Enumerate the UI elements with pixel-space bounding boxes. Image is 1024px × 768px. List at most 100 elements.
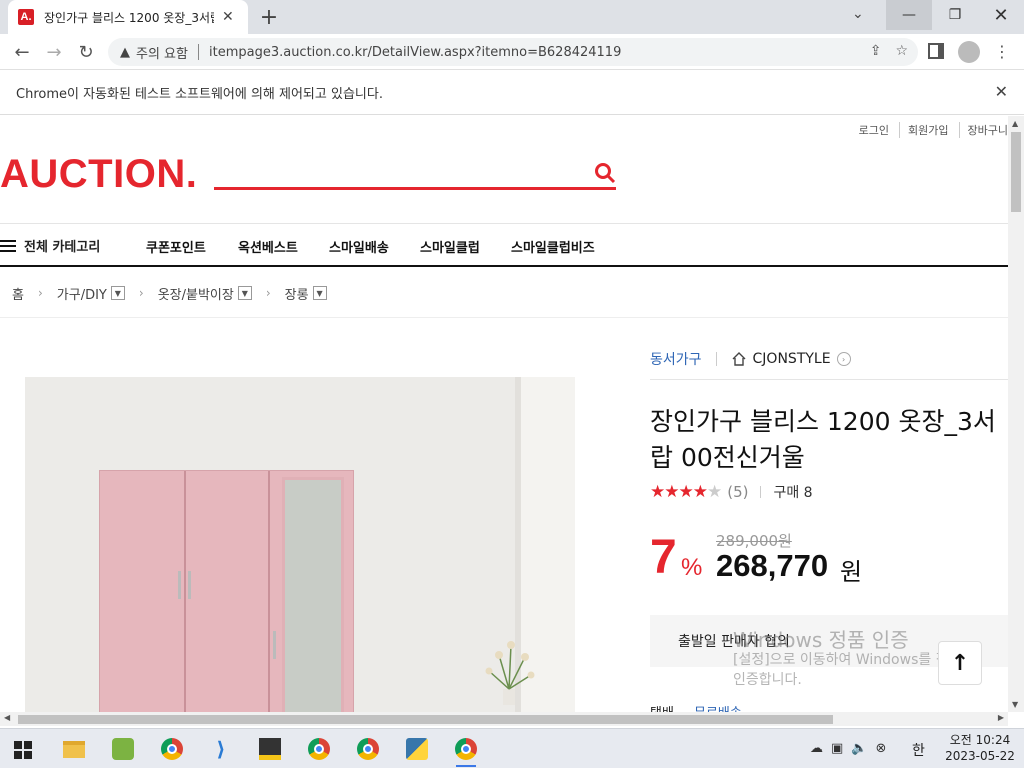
address-bar[interactable]: ▲ 주의 요함 itempage3.auction.co.kr/DetailVi… xyxy=(108,38,918,66)
search-icon[interactable] xyxy=(594,162,616,184)
breadcrumb-home[interactable]: 홈 xyxy=(12,284,24,303)
notification-icon[interactable]: ⊗ xyxy=(875,741,886,756)
browser-tab[interactable]: A. 장인가구 블리스 1200 옷장_3서랍 00전신거울 ✕ xyxy=(8,0,248,34)
page-viewport: 로그인 회원가입 장바구니 AUCTION. 전체 카테고리 쿠폰포인트 옥션베… xyxy=(0,116,1008,712)
windows-activation-watermark: Windows 정품 인증 [설정]으로 이동하여 Windows를 정품 인증… xyxy=(733,630,961,690)
door-handle xyxy=(273,631,276,659)
horizontal-scroll-thumb[interactable] xyxy=(18,715,833,724)
clock-time: 오전 10:24 xyxy=(949,733,1011,747)
nav-coupon-point[interactable]: 쿠폰포인트 xyxy=(146,237,206,256)
purchase-count: 구매 8 xyxy=(773,485,813,501)
system-tray: ☁ ▣ 🔈 ⊗ xyxy=(810,741,886,756)
star-rating-icon: ★★★★★ xyxy=(650,482,722,502)
store-link[interactable]: CJONSTYLE › xyxy=(731,351,851,367)
seller-divider-line xyxy=(650,379,1008,380)
url-text[interactable]: itempage3.auction.co.kr/DetailView.aspx?… xyxy=(209,45,621,60)
sticky-notes-icon[interactable] xyxy=(256,735,284,763)
seller-row: 동서가구 CJONSTYLE › xyxy=(650,349,851,369)
breadcrumb-item[interactable]: 가구/DIY ▼ xyxy=(57,284,125,303)
windows-start-icon[interactable] xyxy=(14,741,32,759)
utility-links: 로그인 회원가입 장바구니 xyxy=(859,122,1008,138)
door-handle xyxy=(188,571,191,599)
vertical-scroll-thumb[interactable] xyxy=(1011,132,1021,212)
store-name: CJONSTYLE xyxy=(752,351,831,367)
vscode-icon[interactable]: ⟩ xyxy=(207,735,235,763)
clock-date: 2023-05-22 xyxy=(945,749,1015,763)
chrome-icon[interactable] xyxy=(354,735,382,763)
sale-price: 268,770 xyxy=(716,548,829,583)
review-count-link[interactable]: (5) xyxy=(727,483,748,501)
reload-icon[interactable]: ↻ xyxy=(74,40,98,64)
watermark-line: [설정]으로 이동하여 Windows를 정품 xyxy=(733,652,962,668)
bookmark-star-icon[interactable]: ☆ xyxy=(895,43,908,59)
minimize-button[interactable]: — xyxy=(886,0,932,30)
cart-link[interactable]: 장바구니 xyxy=(958,122,1008,138)
warning-triangle-icon: ▲ xyxy=(120,44,130,60)
scroll-left-arrow-icon[interactable]: ◀ xyxy=(4,713,10,722)
signup-link[interactable]: 회원가입 xyxy=(899,122,949,138)
product-image[interactable] xyxy=(25,377,575,712)
nav-smile-club[interactable]: 스마일클럽 xyxy=(420,237,480,256)
infobar-close-icon[interactable]: ✕ xyxy=(995,82,1008,101)
discount-percent-sign: % xyxy=(681,554,703,581)
horizontal-scrollbar[interactable]: ◀ ▶ xyxy=(0,712,1008,726)
automation-notice-text: Chrome이 자동화된 테스트 소프트웨어에 의해 제어되고 있습니다. xyxy=(16,86,383,102)
file-explorer-icon[interactable] xyxy=(60,735,88,763)
auction-logo[interactable]: AUCTION. xyxy=(0,152,197,197)
maps-app-icon[interactable] xyxy=(109,735,137,763)
back-arrow-icon[interactable]: ← xyxy=(10,40,34,64)
chrome-icon[interactable] xyxy=(305,735,333,763)
price-unit: 원 xyxy=(840,558,863,586)
security-warning-label[interactable]: 주의 요함 xyxy=(136,43,188,62)
vertical-scrollbar[interactable]: ▲ ▼ xyxy=(1008,116,1024,712)
breadcrumb: 홈 › 가구/DIY ▼ › 옷장/붙박이장 ▼ › 장롱 ▼ xyxy=(0,269,1008,318)
nav-smile-club-biz[interactable]: 스마일클럽비즈 xyxy=(511,237,595,256)
chevron-down-icon[interactable]: ▼ xyxy=(110,286,125,300)
chevron-down-icon[interactable]: ▼ xyxy=(312,286,327,300)
auction-favicon-icon: A. xyxy=(18,9,34,25)
home-icon xyxy=(732,352,746,366)
network-icon[interactable]: ▣ xyxy=(831,741,843,756)
scroll-to-top-button[interactable]: ↑ xyxy=(938,641,982,685)
breadcrumb-label: 가구/DIY xyxy=(56,287,107,303)
login-link[interactable]: 로그인 xyxy=(859,122,889,138)
search-input[interactable] xyxy=(214,187,616,190)
new-tab-button[interactable]: + xyxy=(256,4,282,30)
python-app-icon[interactable] xyxy=(403,735,431,763)
scroll-right-arrow-icon[interactable]: ▶ xyxy=(998,713,1004,722)
profile-avatar-icon[interactable] xyxy=(958,41,980,63)
volume-muted-icon[interactable]: 🔈 xyxy=(851,741,867,756)
restore-button[interactable]: ❐ xyxy=(932,0,978,30)
scroll-up-arrow-icon[interactable]: ▲ xyxy=(1012,119,1018,128)
main-navigation: 전체 카테고리 쿠폰포인트 옥션베스트 스마일배송 스마일클럽 스마일클럽비즈 xyxy=(0,223,1008,267)
wardrobe-illustration xyxy=(99,470,354,712)
chrome-icon[interactable] xyxy=(452,735,480,767)
taskbar-clock[interactable]: 오전 10:24 2023-05-22 xyxy=(940,732,1020,764)
nav-smile-delivery[interactable]: 스마일배송 xyxy=(329,237,389,256)
nav-auction-best[interactable]: 옥션베스트 xyxy=(238,237,298,256)
chevron-right-icon: › xyxy=(836,352,851,366)
rating-row: ★★★★★ (5) 구매 8 xyxy=(650,482,813,502)
seller-name-link[interactable]: 동서가구 xyxy=(650,349,702,369)
ime-indicator[interactable]: 한 xyxy=(912,740,925,760)
breadcrumb-item[interactable]: 장롱 ▼ xyxy=(285,284,327,303)
cloud-sync-icon[interactable]: ☁ xyxy=(810,741,823,756)
breadcrumb-item[interactable]: 옷장/붙박이장 ▼ xyxy=(158,284,252,303)
chevron-down-icon[interactable]: ▼ xyxy=(237,286,252,300)
breadcrumb-label: 장롱 xyxy=(284,287,309,303)
window-close-button[interactable]: ✕ xyxy=(978,0,1024,30)
tab-search-chevron-icon[interactable]: ⌄ xyxy=(852,6,864,22)
discount-rate: 7 xyxy=(650,531,677,584)
share-icon[interactable]: ⇪ xyxy=(870,43,882,59)
side-panel-icon[interactable] xyxy=(928,43,944,59)
all-categories-button[interactable]: 전체 카테고리 xyxy=(0,236,100,255)
tab-close-icon[interactable]: ✕ xyxy=(222,9,234,25)
seller-divider xyxy=(715,352,717,366)
menu-kebab-icon[interactable]: ⋮ xyxy=(994,42,1010,61)
forward-arrow-icon[interactable]: → xyxy=(42,40,66,64)
all-categories-label: 전체 카테고리 xyxy=(24,240,101,255)
chrome-icon[interactable] xyxy=(158,735,186,763)
shipping-value: 무료배송 xyxy=(694,702,742,712)
scroll-down-arrow-icon[interactable]: ▼ xyxy=(1012,700,1018,709)
door-line xyxy=(268,471,270,712)
